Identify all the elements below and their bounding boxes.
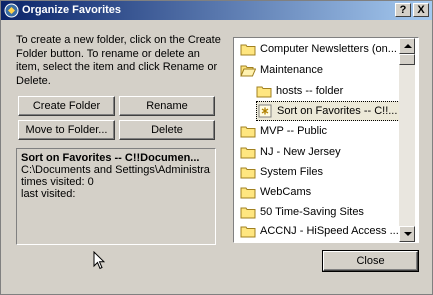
tree-scrollbar[interactable]: [399, 38, 415, 242]
link-icon: [258, 104, 272, 118]
move-to-folder-button[interactable]: Move to Folder...: [18, 120, 115, 140]
info-item-title: Sort on Favorites -- C!!Documen...: [21, 152, 200, 164]
create-folder-button[interactable]: Create Folder: [18, 96, 115, 116]
folder-icon: [240, 207, 256, 219]
tree-item-label: 50 Time-Saving Sites: [260, 206, 364, 218]
tree-item-selected[interactable]: Sort on Favorites -- C!!...: [256, 101, 401, 121]
arrow-up-icon: [404, 44, 412, 48]
tree-item[interactable]: 50 Time-Saving Sites: [240, 203, 364, 223]
mouse-pointer-icon: [93, 251, 105, 270]
tree-item-label: NJ - New Jersey: [260, 146, 341, 158]
tree-item-label: Sort on Favorites -- C!!...: [277, 105, 398, 117]
item-info-panel: Sort on Favorites -- C!!Documen... C:\Do…: [16, 148, 216, 245]
tree-item-label: Maintenance: [260, 64, 323, 76]
tree-item-label: Computer Newsletters (on...: [260, 43, 397, 55]
tree-item-label: hosts -- folder: [276, 85, 344, 97]
tree-item[interactable]: Maintenance: [240, 61, 323, 81]
title-bar[interactable]: Organize Favorites ? X: [1, 1, 432, 20]
open-folder-icon: [240, 65, 256, 77]
tree-item-label: WebCams: [260, 186, 312, 198]
folder-icon: [240, 226, 256, 238]
tree-item[interactable]: NJ - New Jersey: [240, 143, 341, 163]
scroll-up-button[interactable]: [399, 38, 415, 54]
instructions-text: To create a new folder, click on the Cre…: [16, 34, 221, 87]
scroll-thumb[interactable]: [399, 54, 415, 65]
info-times-visited: times visited: 0: [21, 176, 94, 188]
tree-item[interactable]: MVP -- Public: [240, 122, 327, 142]
folder-icon: [256, 86, 272, 98]
tree-item[interactable]: hosts -- folder: [256, 82, 343, 102]
folder-icon: [240, 126, 256, 138]
tree-item-label: System Files: [260, 166, 323, 178]
favorites-tree[interactable]: Computer Newsletters (on... Maintenance …: [233, 37, 419, 243]
tree-item[interactable]: WebCams: [240, 183, 311, 203]
folder-icon: [240, 167, 256, 179]
info-last-visited: last visited:: [21, 188, 76, 200]
tree-item-label: ACCNJ - HiSpeed Access ...: [260, 225, 399, 237]
folder-icon: [240, 187, 256, 199]
delete-button[interactable]: Delete: [119, 120, 215, 140]
tree-item-label: MVP -- Public: [260, 125, 328, 137]
tree-item[interactable]: ACCNJ - HiSpeed Access ...: [240, 222, 399, 242]
window-title: Organize Favorites: [22, 4, 122, 16]
arrow-down-icon: [404, 232, 412, 236]
favorites-app-icon: [4, 3, 19, 18]
tree-item[interactable]: System Files: [240, 163, 323, 183]
title-close-button[interactable]: X: [413, 3, 429, 17]
help-button[interactable]: ?: [395, 3, 411, 17]
rename-button[interactable]: Rename: [119, 96, 215, 116]
organize-favorites-dialog: Organize Favorites ? X To create a new f…: [0, 0, 433, 295]
info-item-path: C:\Documents and Settings\Administra...: [21, 164, 211, 176]
folder-icon: [240, 44, 256, 56]
close-button[interactable]: Close: [322, 250, 419, 272]
scroll-down-button[interactable]: [399, 226, 415, 242]
tree-item[interactable]: Computer Newsletters (on...: [240, 40, 397, 60]
folder-icon: [240, 147, 256, 159]
